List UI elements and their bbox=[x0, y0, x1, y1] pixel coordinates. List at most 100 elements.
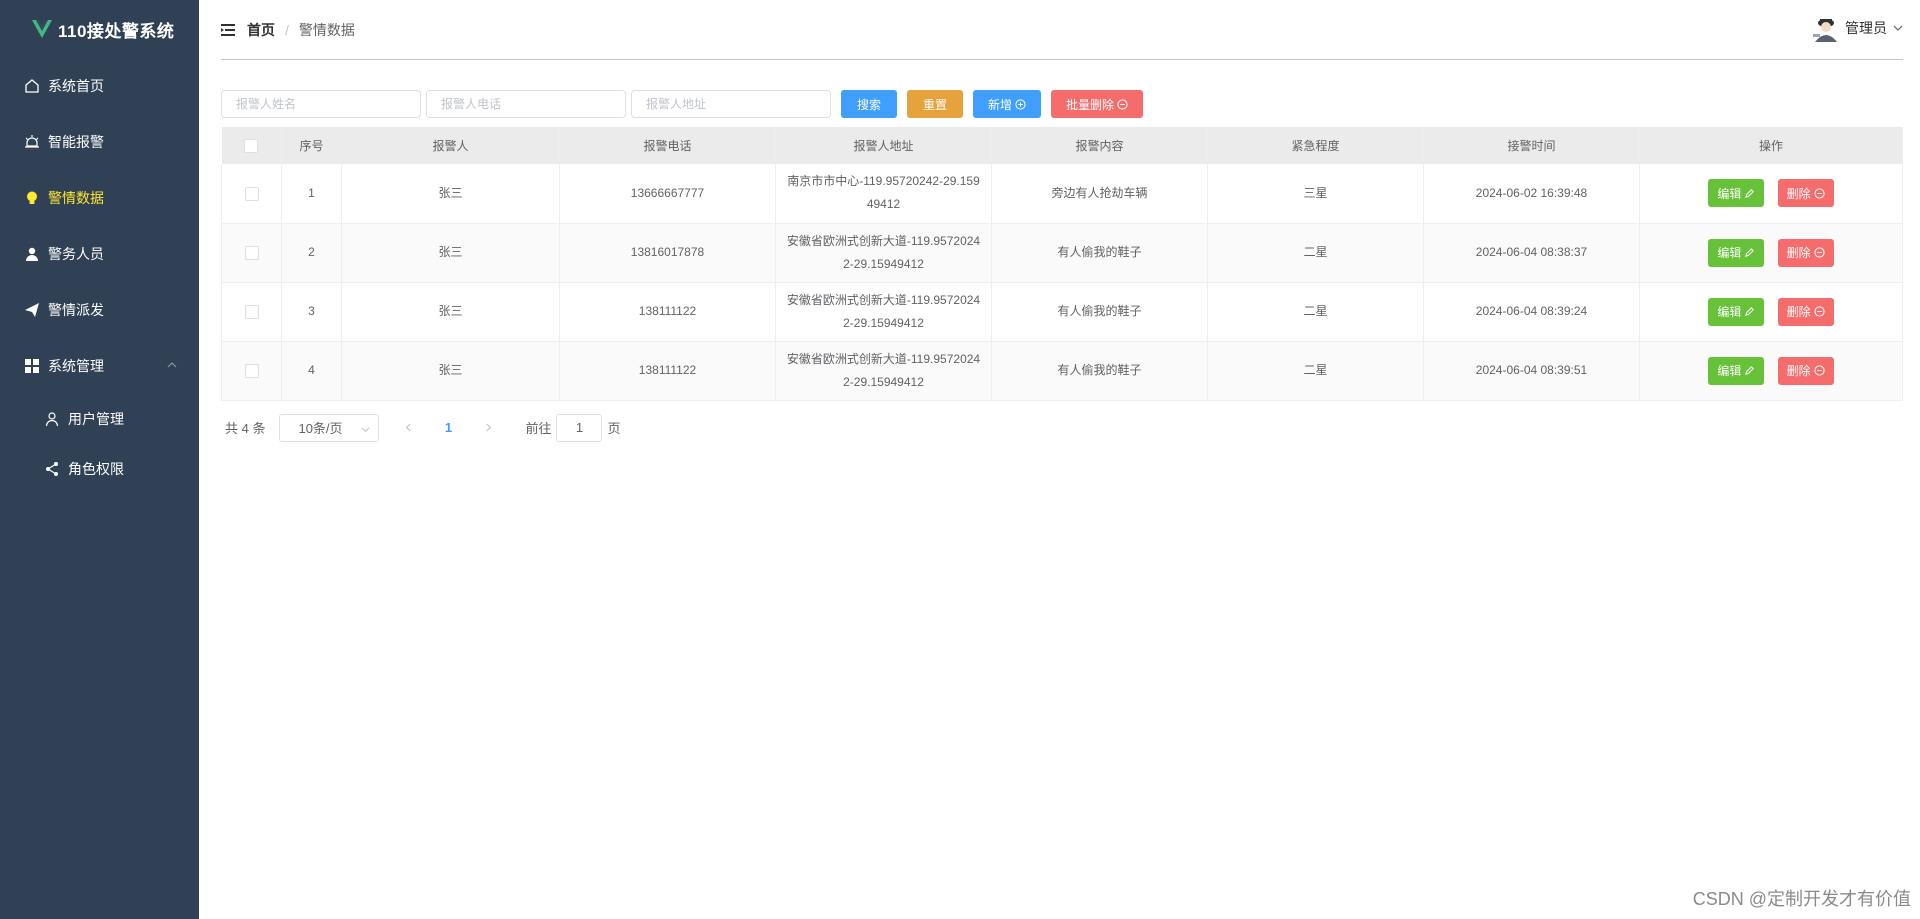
vue-logo-icon bbox=[32, 20, 52, 38]
delete-button[interactable]: 删除 bbox=[1777, 356, 1834, 385]
page-size-value: 10条/页 bbox=[298, 421, 343, 436]
sidebar-item-smart-alarm[interactable]: 智能报警 bbox=[0, 114, 199, 170]
share-icon bbox=[44, 461, 60, 477]
delete-button-label: 删除 bbox=[1786, 186, 1811, 201]
table-row: 1 张三 13666667777 南京市市中心-119.95720242-29.… bbox=[221, 164, 1903, 224]
sidebar-item-police-staff[interactable]: 警务人员 bbox=[0, 226, 199, 282]
cell-phone: 138111122 bbox=[559, 341, 776, 401]
reporter-address-input[interactable] bbox=[631, 90, 831, 118]
row-checkbox[interactable] bbox=[244, 304, 259, 319]
chevron-right-icon bbox=[486, 423, 492, 432]
search-button-label: 搜索 bbox=[856, 97, 881, 112]
row-select-cell[interactable] bbox=[221, 164, 282, 224]
cell-actions: 编辑 删除 bbox=[1639, 341, 1903, 401]
page-size-select[interactable]: 10条/页 bbox=[279, 413, 380, 442]
cell-content: 有人偷我的鞋子 bbox=[991, 341, 1208, 401]
add-button-label: 新增 bbox=[987, 97, 1012, 112]
sidebar-subitem-user-management[interactable]: 用户管理 bbox=[0, 394, 199, 444]
cell-phone: 13666667777 bbox=[559, 164, 776, 224]
cell-index: 2 bbox=[281, 223, 342, 283]
breadcrumb-separator: / bbox=[285, 21, 289, 38]
reporter-phone-input[interactable] bbox=[426, 90, 626, 118]
sidebar-item-alert-data[interactable]: 警情数据 bbox=[0, 170, 199, 226]
select-all-checkbox[interactable] bbox=[244, 138, 259, 153]
select-all-cell[interactable] bbox=[221, 127, 282, 164]
sidebar-item-label: 警情数据 bbox=[48, 190, 104, 206]
goto-label: 前往 bbox=[525, 421, 552, 436]
reset-button[interactable]: 重置 bbox=[907, 90, 963, 118]
sidebar-item-label: 系统管理 bbox=[48, 358, 104, 374]
cell-urgency: 三星 bbox=[1207, 164, 1424, 224]
column-header: 报警电话 bbox=[559, 127, 776, 164]
delete-button[interactable]: 删除 bbox=[1777, 297, 1834, 326]
row-checkbox[interactable] bbox=[244, 186, 259, 201]
edit-button-label: 编辑 bbox=[1717, 364, 1742, 378]
cell-name: 张三 bbox=[341, 164, 560, 224]
cell-content: 有人偷我的鞋子 bbox=[991, 223, 1208, 283]
delete-button[interactable]: 删除 bbox=[1777, 238, 1834, 267]
breadcrumb-home[interactable]: 首页 bbox=[247, 20, 275, 40]
sidebar-item-home[interactable]: 系统首页 bbox=[0, 58, 199, 114]
pagination: 共 4 条 10条/页 1 前往 页 bbox=[221, 413, 1903, 442]
cell-address: 安徽省欧洲式创新大道-119.95720242-29.15949412 bbox=[775, 282, 992, 342]
row-checkbox[interactable] bbox=[244, 363, 259, 378]
edit-button-label: 编辑 bbox=[1717, 246, 1742, 260]
hamburger-icon[interactable] bbox=[221, 23, 235, 36]
edit-button[interactable]: 编辑 bbox=[1708, 238, 1765, 267]
row-checkbox[interactable] bbox=[244, 245, 259, 260]
reporter-name-input[interactable] bbox=[221, 90, 421, 118]
bulb-icon bbox=[24, 190, 40, 206]
prev-page-button[interactable] bbox=[393, 414, 423, 442]
batch-delete-button[interactable]: 批量删除 bbox=[1051, 90, 1143, 118]
column-header: 序号 bbox=[281, 127, 342, 164]
column-header: 报警人 bbox=[341, 127, 560, 164]
column-header: 接警时间 bbox=[1423, 127, 1640, 164]
sidebar-item-label: 警务人员 bbox=[48, 246, 104, 262]
edit-button[interactable]: 编辑 bbox=[1708, 356, 1765, 385]
goto-page-input[interactable] bbox=[556, 413, 603, 442]
sidebar-item-label: 智能报警 bbox=[48, 134, 104, 150]
sidebar-item-label: 用户管理 bbox=[68, 411, 124, 427]
cell-actions: 编辑 删除 bbox=[1639, 282, 1903, 342]
minus-circle-icon bbox=[1814, 306, 1825, 317]
plus-circle-icon bbox=[1015, 98, 1026, 110]
chevron-down-icon bbox=[361, 426, 370, 432]
row-select-cell[interactable] bbox=[221, 341, 282, 401]
user-menu[interactable]: 管理员 bbox=[1811, 14, 1903, 42]
minus-circle-icon bbox=[1814, 188, 1825, 199]
sidebar-item-label: 系统首页 bbox=[48, 78, 104, 94]
page-suffix: 页 bbox=[607, 421, 621, 436]
app-title: 110接处警系统 bbox=[58, 21, 175, 41]
page-number[interactable]: 1 bbox=[433, 414, 463, 442]
home-icon bbox=[24, 78, 40, 94]
cell-phone: 138111122 bbox=[559, 282, 776, 342]
cell-phone: 13816017878 bbox=[559, 223, 776, 283]
minus-circle-icon bbox=[1814, 365, 1825, 376]
cell-time: 2024-06-04 08:38:37 bbox=[1423, 223, 1640, 283]
table-row: 2 张三 13816017878 安徽省欧洲式创新大道-119.95720242… bbox=[221, 223, 1903, 283]
sidebar-subitem-role-permissions[interactable]: 角色权限 bbox=[0, 444, 199, 494]
search-button[interactable]: 搜索 bbox=[841, 90, 897, 118]
sidebar-item-dispatch[interactable]: 警情派发 bbox=[0, 282, 199, 338]
sidebar: 110接处警系统 系统首页 智能报警 警情数据 警务人员 警情派发 系统管理 用… bbox=[0, 0, 199, 919]
cell-time: 2024-06-04 08:39:24 bbox=[1423, 282, 1640, 342]
delete-button[interactable]: 删除 bbox=[1777, 179, 1834, 208]
alarm-icon bbox=[24, 134, 40, 150]
edit-button[interactable]: 编辑 bbox=[1708, 297, 1765, 326]
add-button[interactable]: 新增 bbox=[973, 90, 1041, 118]
logo[interactable]: 110接处警系统 bbox=[0, 0, 199, 58]
sidebar-item-system-management[interactable]: 系统管理 bbox=[0, 338, 199, 394]
edit-icon bbox=[1745, 366, 1755, 375]
edit-button[interactable]: 编辑 bbox=[1708, 179, 1765, 208]
cell-actions: 编辑 删除 bbox=[1639, 223, 1903, 283]
row-select-cell[interactable] bbox=[221, 223, 282, 283]
cell-name: 张三 bbox=[341, 282, 560, 342]
column-header: 紧急程度 bbox=[1207, 127, 1424, 164]
edit-button-label: 编辑 bbox=[1717, 186, 1742, 201]
app-root: 110接处警系统 系统首页 智能报警 警情数据 警务人员 警情派发 系统管理 用… bbox=[0, 0, 1920, 919]
cell-name: 张三 bbox=[341, 341, 560, 401]
cell-urgency: 二星 bbox=[1207, 223, 1424, 283]
table-header-row: 序号 报警人 报警电话 报警人地址 报警内容 紧急程度 接警时间 操作 bbox=[221, 127, 1903, 164]
next-page-button[interactable] bbox=[473, 414, 503, 442]
row-select-cell[interactable] bbox=[221, 282, 282, 342]
